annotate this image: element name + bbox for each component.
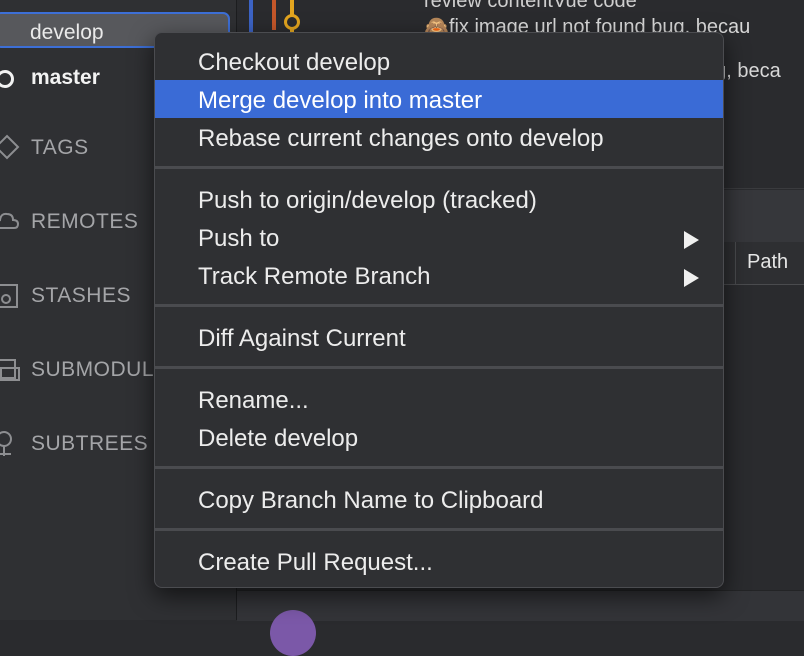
menu-item-label: Create Pull Request... — [198, 549, 433, 576]
menu-item-rebase[interactable]: Rebase current changes onto develop — [155, 118, 723, 156]
menu-item-push-to[interactable]: Push to — [155, 218, 723, 256]
sidebar-section-label: SUBMODUL — [31, 358, 155, 381]
sidebar-section-label: REMOTES — [31, 210, 139, 233]
menu-item-label: Track Remote Branch — [198, 263, 431, 290]
menu-item-push-tracked[interactable]: Push to origin/develop (tracked) — [155, 180, 723, 218]
submenu-arrow-icon — [684, 231, 699, 249]
menu-item-checkout[interactable]: Checkout develop — [155, 42, 723, 80]
menu-separator — [155, 304, 723, 307]
sidebar-section-label: SUBTREES — [31, 432, 149, 455]
menu-item-label: Rebase current changes onto develop — [198, 125, 604, 152]
sidebar-section-label: TAGS — [31, 136, 89, 159]
menu-item-track-remote[interactable]: Track Remote Branch — [155, 256, 723, 294]
menu-item-rename[interactable]: Rename... — [155, 380, 723, 418]
menu-item-label: Diff Against Current — [198, 325, 406, 352]
branch-label-develop: develop — [30, 21, 104, 44]
menu-item-label: Push to — [198, 225, 280, 252]
graph-branch-line — [249, 0, 253, 36]
commit-message[interactable]: review contentVue code — [424, 0, 637, 13]
bottom-panel — [237, 590, 804, 621]
menu-item-copy-name[interactable]: Copy Branch Name to Clipboard — [155, 480, 723, 518]
menu-item-label: Push to origin/develop (tracked) — [198, 187, 537, 214]
menu-item-merge[interactable]: Merge develop into master — [155, 80, 723, 118]
path-column-label: Path — [747, 251, 789, 273]
subtree-icon — [0, 431, 12, 456]
branch-context-menu: Checkout develop Merge develop into mast… — [154, 32, 724, 588]
menu-separator — [155, 466, 723, 469]
menu-item-label: Checkout develop — [198, 49, 391, 76]
menu-separator — [155, 166, 723, 169]
current-branch-icon — [0, 70, 14, 88]
submenu-arrow-icon — [684, 269, 699, 287]
tag-icon — [0, 134, 20, 160]
path-column-header[interactable]: Path — [735, 242, 804, 284]
avatar — [270, 610, 316, 656]
menu-separator — [155, 528, 723, 531]
graph-branch-line — [272, 0, 276, 30]
graph-commit-node[interactable] — [284, 14, 300, 30]
sidebar-section-label: STASHES — [31, 284, 131, 307]
menu-item-label: Merge develop into master — [198, 87, 483, 114]
branch-label-master: master — [31, 66, 100, 89]
menu-item-label: Delete develop — [198, 425, 359, 452]
menu-separator — [155, 366, 723, 369]
menu-item-pull-request[interactable]: Create Pull Request... — [155, 542, 723, 580]
cloud-icon — [0, 212, 20, 229]
menu-item-label: Rename... — [198, 387, 309, 414]
menu-item-diff[interactable]: Diff Against Current — [155, 318, 723, 356]
menu-item-delete[interactable]: Delete develop — [155, 418, 723, 456]
stash-icon — [0, 284, 18, 308]
menu-item-label: Copy Branch Name to Clipboard — [198, 487, 544, 514]
submodule-icon — [0, 359, 20, 381]
